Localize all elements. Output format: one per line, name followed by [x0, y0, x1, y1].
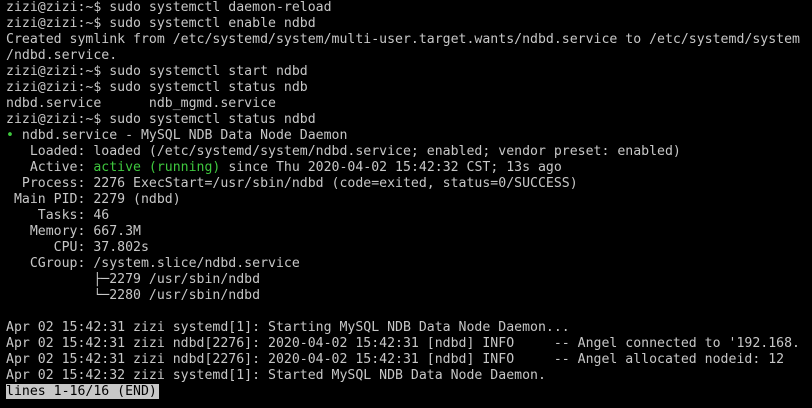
journal-log-line: Apr 02 15:42:32 zizi systemd[1]: Started…: [6, 368, 546, 383]
terminal-window[interactable]: zizi@zizi:~$ sudo systemctl daemon-reloa…: [0, 0, 812, 408]
active-since: since Thu 2020-04-02 15:42:32 CST; 13s a…: [220, 160, 562, 175]
status-process: Process: 2276 ExecStart=/usr/sbin/ndbd (…: [6, 176, 578, 191]
command-line: zizi@zizi:~$ sudo systemctl status ndb: [6, 80, 308, 95]
status-main-pid: Main PID: 2279 (ndbd): [6, 192, 181, 207]
status-active-line: Active: active (running) since Thu 2020-…: [6, 160, 812, 176]
pager-status[interactable]: lines 1-16/16 (END): [6, 384, 159, 399]
status-tasks: Tasks: 46: [6, 208, 110, 223]
service-title: ndbd.service - MySQL NDB Data Node Daemo…: [13, 128, 348, 143]
command-line: zizi@zizi:~$ sudo systemctl start ndbd: [6, 64, 308, 79]
command-line: zizi@zizi:~$ sudo systemctl status ndbd: [6, 112, 316, 127]
cgroup-process: └─2280 /usr/sbin/ndbd: [6, 288, 261, 303]
active-label: Active:: [6, 160, 94, 175]
output-line: /ndbd.service.: [6, 48, 118, 63]
status-cpu: CPU: 37.802s: [6, 240, 149, 255]
status-loaded: Loaded: loaded (/etc/systemd/system/ndbd…: [6, 144, 681, 159]
pager-status-line: lines 1-16/16 (END): [6, 384, 812, 400]
status-memory: Memory: 667.3M: [6, 224, 141, 239]
command-line: zizi@zizi:~$ sudo systemctl enable ndbd: [6, 16, 316, 31]
active-state: active (running): [93, 160, 221, 175]
journal-log-line: Apr 02 15:42:31 zizi ndbd[2276]: 2020-04…: [6, 336, 800, 351]
journal-log-line: Apr 02 15:42:31 zizi ndbd[2276]: 2020-04…: [6, 352, 785, 367]
service-title-line: • ndbd.service - MySQL NDB Data Node Dae…: [6, 128, 812, 144]
cgroup-process: ├─2279 /usr/sbin/ndbd: [6, 272, 261, 287]
status-cgroup: CGroup: /system.slice/ndbd.service: [6, 256, 300, 271]
command-line: zizi@zizi:~$ sudo systemctl daemon-reloa…: [6, 0, 332, 15]
status-dot-icon: •: [6, 128, 14, 143]
tab-completion-output: ndbd.service ndb_mgmd.service: [6, 96, 276, 111]
output-line: Created symlink from /etc/systemd/system…: [6, 32, 800, 47]
journal-log-line: Apr 02 15:42:31 zizi systemd[1]: Startin…: [6, 320, 570, 335]
